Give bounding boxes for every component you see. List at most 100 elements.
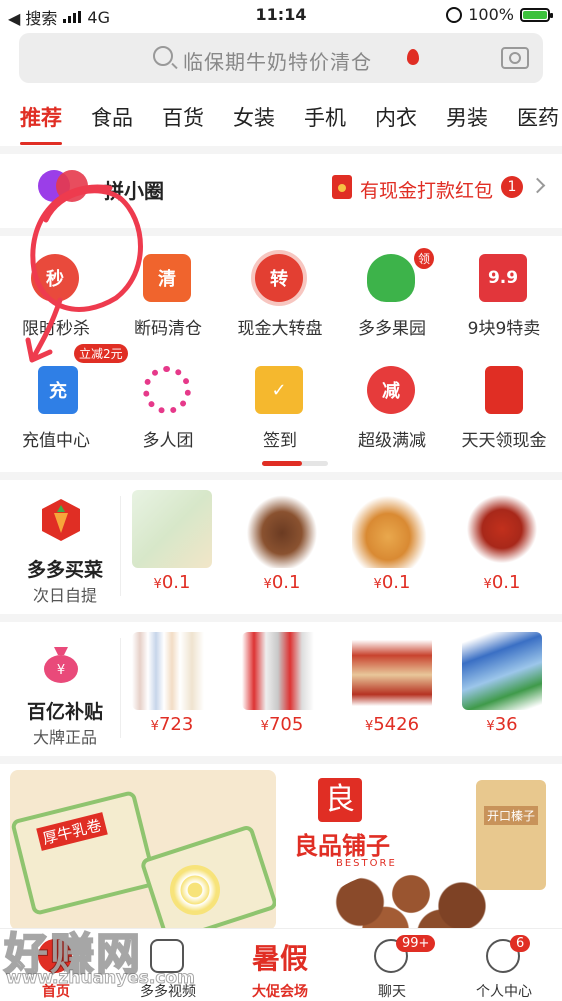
product-price: ¥36 <box>486 714 518 735</box>
butie-title: 百亿补贴 <box>26 701 103 723</box>
site-watermark-url: www.zhuanyes.com <box>6 968 196 989</box>
hot-flame-icon <box>407 49 419 65</box>
tab-label: 大促会场 <box>252 984 308 1000</box>
pinxiaoquan-bar[interactable]: 拼小圈 有现金打款红包 1 <box>0 153 562 221</box>
bestore-brand: 良品铺子 <box>294 832 390 860</box>
product-card[interactable]: ¥0.1 <box>456 482 548 602</box>
product-card[interactable]: ¥0.1 <box>236 482 328 602</box>
product-card[interactable]: ¥0.1 <box>126 482 218 602</box>
tab-promo-venue[interactable]: 暑假 大促会场 <box>224 929 336 1001</box>
grid-item-check-in[interactable]: ✓ 签到 <box>224 352 336 452</box>
collect-tag: 领 <box>414 248 435 269</box>
grid-label: 多多果园 <box>358 319 426 339</box>
camera-icon[interactable] <box>501 47 529 69</box>
product-image-cosmetics-box <box>242 632 322 710</box>
grid-item-clearance[interactable]: 清 断码清仓 <box>112 240 224 340</box>
product-image-milk-box <box>462 632 542 710</box>
price-tag-icon: 9.9 <box>479 254 527 302</box>
tree-icon <box>367 254 415 302</box>
product-card[interactable]: ¥5426 <box>346 624 438 744</box>
chevron-right-icon <box>529 177 546 194</box>
product-image-chicken-feet <box>132 490 212 568</box>
divider <box>0 614 562 622</box>
bestore-brand-en: BESTORE <box>336 858 397 869</box>
tab-underwear[interactable]: 内衣 <box>375 102 417 132</box>
grid-item-group-buy[interactable]: 多人团 <box>112 352 224 452</box>
maicai-title: 多多买菜 <box>26 559 103 581</box>
group-icon <box>143 366 191 414</box>
page-indicator-active <box>262 461 302 466</box>
pinxiaoquan-title: 拼小圈 <box>104 179 164 203</box>
pinxiaoquan-promo: 有现金打款红包 <box>360 180 494 202</box>
banner-left-milk-rolls[interactable]: 厚牛乳卷 <box>10 770 276 930</box>
calendar-check-icon: ✓ <box>255 366 303 414</box>
product-price: ¥5426 <box>364 714 420 735</box>
search-icon <box>153 46 173 66</box>
tab-phones[interactable]: 手机 <box>304 102 346 132</box>
product-image-roasted-potato <box>242 490 322 568</box>
section-separator <box>120 496 121 596</box>
truck-icon: 清 <box>143 254 191 302</box>
divider <box>0 228 562 236</box>
tab-profile[interactable]: 6 个人中心 <box>448 929 560 1001</box>
product-price: ¥0.1 <box>373 572 411 593</box>
tab-general-goods[interactable]: 百货 <box>162 102 204 132</box>
carrot-icon <box>42 499 80 541</box>
grid-label: 充值中心 <box>22 431 90 451</box>
notification-badge: 1 <box>501 176 523 198</box>
grid-label: 签到 <box>263 431 297 451</box>
grid-item-flash-sale[interactable]: 秒 限时秒杀 <box>0 240 112 340</box>
grid-label: 天天领现金 <box>461 431 547 451</box>
hazelnut-pile-image <box>326 870 496 930</box>
maicai-section[interactable]: 多多买菜 次日自提 ¥0.1 ¥0.1 ¥0.1 ¥0.1 <box>0 482 562 610</box>
product-card[interactable]: ¥36 <box>456 624 548 744</box>
product-image-liquor-giftbox <box>352 632 432 710</box>
product-image-skincare-set <box>132 632 212 710</box>
money-bag-icon: ¥ <box>44 647 78 683</box>
butie-section[interactable]: ¥ 百亿补贴 大牌正品 ¥723 ¥705 ¥5426 ¥36 <box>0 624 562 752</box>
grid-item-super-discount[interactable]: 减 超级满减 <box>336 352 448 452</box>
grid-label: 9块9特卖 <box>467 319 541 339</box>
hazelnut-bag-label: 开口榛子 <box>484 806 539 825</box>
status-bar: ◀ 搜索 4G 11:14 100% <box>0 0 562 30</box>
discount-icon: 减 <box>367 366 415 414</box>
tab-label: 聊天 <box>378 984 406 1000</box>
tab-food[interactable]: 食品 <box>91 102 133 132</box>
search-bar[interactable]: 临保期牛奶特价清仓 <box>19 33 543 83</box>
battery-icon <box>520 7 553 22</box>
grid-item-daily-cash[interactable]: 天天领现金 <box>448 352 560 452</box>
grid-item-orchard[interactable]: 领 多多果园 <box>336 240 448 340</box>
status-right: 100% <box>446 5 553 24</box>
banner-right-bestore[interactable]: 良 良品铺子 BESTORE 开口榛子 <box>286 770 552 930</box>
tab-medicine[interactable]: 医药 <box>517 102 559 132</box>
product-price: ¥705 <box>260 714 304 735</box>
product-card[interactable]: ¥0.1 <box>346 482 438 602</box>
alarm-clock-icon: 秒 <box>31 254 79 302</box>
summer-promo-label: 暑假 <box>251 942 308 975</box>
tab-chat[interactable]: 99+ 聊天 <box>336 929 448 1001</box>
product-card[interactable]: ¥705 <box>236 624 328 744</box>
tab-recommend[interactable]: 推荐 <box>20 102 62 132</box>
divider <box>0 756 562 764</box>
grid-item-9-9-sale[interactable]: 9.9 9块9特卖 <box>448 240 560 340</box>
function-grid: 秒 限时秒杀 清 断码清仓 转 现金大转盘 领 多多果园 9.9 9块9特卖 充… <box>0 240 562 470</box>
grid-item-cash-wheel[interactable]: 转 现金大转盘 <box>224 240 336 340</box>
roll-swirl-icon <box>170 865 220 915</box>
grid-page-indicator <box>262 461 328 466</box>
search-placeholder: 临保期牛奶特价清仓 <box>183 50 372 74</box>
product-price: ¥0.1 <box>483 572 521 593</box>
category-tabs: 推荐 食品 百货 女装 手机 内衣 男装 医药 <box>0 102 562 142</box>
grid-label: 断码清仓 <box>134 319 202 339</box>
phone-recharge-icon: 充 <box>38 366 78 414</box>
tab-mens[interactable]: 男装 <box>446 102 488 132</box>
orientation-lock-icon <box>446 6 463 23</box>
tab-womens[interactable]: 女装 <box>233 102 275 132</box>
butie-subtitle: 大牌正品 <box>32 728 97 747</box>
red-envelope-icon <box>485 366 523 414</box>
red-envelope-icon <box>332 175 352 199</box>
divider <box>0 472 562 480</box>
product-card[interactable]: ¥723 <box>126 624 218 744</box>
grid-item-recharge[interactable]: 充 立减2元 充值中心 <box>0 344 128 452</box>
active-tab-indicator <box>20 142 62 145</box>
pastry-pack-image <box>10 789 158 917</box>
